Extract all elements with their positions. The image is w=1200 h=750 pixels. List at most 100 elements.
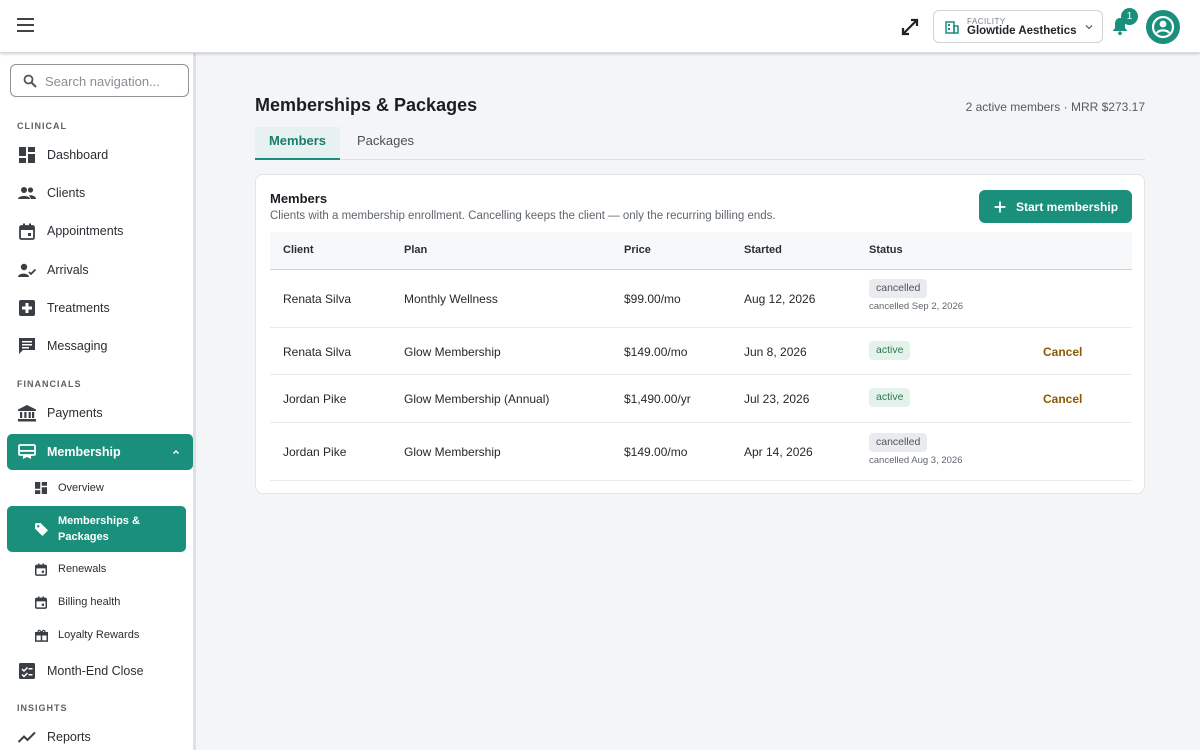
sidebar-item-reports[interactable]: Reports: [7, 719, 193, 750]
checklist-icon: [18, 662, 36, 680]
search-input[interactable]: [45, 71, 185, 91]
column-header-plan: Plan: [404, 244, 428, 256]
sidebar-sub-billing-health[interactable]: Billing health: [7, 587, 186, 617]
building-icon: [945, 21, 959, 34]
status-badge: active: [869, 388, 911, 407]
menu-icon[interactable]: [17, 18, 37, 36]
facility-name: Glowtide Aesthetics: [967, 25, 1077, 37]
card-subtitle: Clients with a membership enrollment. Ca…: [270, 210, 776, 222]
cell-price: $1,490.00/yr: [624, 392, 691, 406]
facility-selector[interactable]: FACILITY Glowtide Aesthetics: [933, 10, 1103, 43]
plus-icon: [994, 201, 1006, 212]
search-icon: [23, 74, 37, 88]
sidebar: CLINICAL Dashboard Clients Appointments …: [0, 53, 196, 750]
gift-icon: [34, 628, 48, 642]
sidebar-item-label: Payments: [47, 406, 103, 420]
table-row: Renata Silva Monthly Wellness $99.00/mo …: [270, 270, 1132, 328]
dashboard-icon: [34, 481, 48, 495]
card-membership-icon: [18, 443, 36, 461]
cell-price: $99.00/mo: [624, 292, 681, 306]
sidebar-sub-loyalty-rewards[interactable]: Loyalty Rewards: [7, 620, 186, 650]
cancelled-date: cancelled Aug 3, 2026: [869, 455, 963, 466]
section-insights: INSIGHTS: [17, 703, 68, 713]
column-header-price: Price: [624, 244, 651, 256]
sidebar-item-dashboard[interactable]: Dashboard: [7, 137, 193, 173]
sidebar-item-label: Clients: [47, 186, 86, 200]
sidebar-sub-label: Memberships & Packages: [58, 515, 140, 543]
cell-plan: Glow Membership: [404, 345, 501, 359]
sidebar-sub-label: Overview: [58, 482, 104, 494]
cancel-membership-button[interactable]: Cancel: [1043, 345, 1082, 359]
cell-client: Jordan Pike: [283, 392, 347, 406]
top-bar: FACILITY Glowtide Aesthetics 1: [0, 0, 1200, 53]
tag-icon: [34, 522, 48, 536]
column-header-started: Started: [744, 244, 782, 256]
sidebar-item-membership[interactable]: Membership: [7, 434, 193, 470]
nav-search[interactable]: [10, 64, 189, 97]
sidebar-sub-overview[interactable]: Overview: [7, 473, 186, 503]
cell-plan: Glow Membership: [404, 445, 501, 459]
status-badge: active: [869, 341, 911, 360]
calendar-icon: [34, 562, 48, 576]
bank-icon: [18, 404, 36, 422]
column-header-client: Client: [283, 244, 314, 256]
user-icon: [1151, 15, 1175, 39]
sidebar-sub-label: Renewals: [58, 563, 107, 575]
start-membership-label: Start membership: [1016, 199, 1119, 214]
table-row: Renata Silva Glow Membership $149.00/mo …: [270, 328, 1132, 375]
cell-price: $149.00/mo: [624, 445, 688, 459]
sidebar-sub-memberships-packages[interactable]: Memberships & Packages: [7, 506, 186, 552]
section-financials: FINANCIALS: [17, 379, 82, 389]
card-title: Members: [270, 191, 328, 206]
sidebar-item-treatments[interactable]: Treatments: [7, 290, 193, 326]
expand-icon[interactable]: [898, 15, 922, 39]
sidebar-item-label: Membership: [47, 445, 121, 459]
cell-plan: Glow Membership (Annual): [404, 392, 550, 406]
cell-plan: Monthly Wellness: [404, 292, 498, 306]
sidebar-item-messaging[interactable]: Messaging: [7, 328, 193, 364]
dashboard-icon: [18, 146, 36, 164]
sidebar-sub-renewals[interactable]: Renewals: [7, 554, 186, 584]
chevron-down-icon: [1085, 25, 1093, 30]
sidebar-item-month-end-close[interactable]: Month-End Close: [7, 653, 193, 689]
sidebar-item-payments[interactable]: Payments: [7, 395, 193, 431]
cell-client: Renata Silva: [283, 292, 352, 306]
cell-client: Jordan Pike: [283, 445, 347, 459]
tab-packages[interactable]: Packages: [340, 127, 431, 160]
cell-started: Apr 14, 2026: [744, 445, 813, 459]
sidebar-item-label: Messaging: [47, 339, 108, 353]
sidebar-item-label: Dashboard: [47, 148, 109, 162]
cell-started: Jul 23, 2026: [744, 392, 810, 406]
member-stats: 2 active members · MRR $273.17: [965, 100, 1145, 114]
tab-bar: Members Packages: [255, 127, 1145, 160]
table-header: Client Plan Price Started Status: [270, 232, 1132, 270]
column-header-status: Status: [869, 244, 903, 256]
medical-cross-icon: [18, 299, 36, 317]
tab-members[interactable]: Members: [255, 127, 340, 160]
sidebar-sub-label: Loyalty Rewards: [58, 629, 140, 641]
sidebar-item-label: Appointments: [47, 224, 124, 238]
table-row: Jordan Pike Glow Membership (Annual) $1,…: [270, 375, 1132, 423]
status-badge: cancelled: [869, 433, 928, 452]
cancel-membership-button[interactable]: Cancel: [1043, 392, 1082, 406]
chevron-up-icon: [173, 450, 179, 454]
start-membership-button[interactable]: Start membership: [979, 190, 1132, 223]
cell-price: $149.00/mo: [624, 345, 688, 359]
table-row: Jordan Pike Glow Membership $149.00/mo A…: [270, 423, 1132, 481]
calendar-icon: [34, 595, 48, 609]
cell-started: Jun 8, 2026: [744, 345, 807, 359]
avatar[interactable]: [1146, 10, 1180, 44]
trending-up-icon: [18, 728, 36, 746]
sidebar-item-clients[interactable]: Clients: [7, 175, 193, 211]
sidebar-item-label: Treatments: [47, 301, 110, 315]
person-check-icon: [18, 261, 36, 279]
cell-client: Renata Silva: [283, 345, 352, 359]
page-title: Memberships & Packages: [255, 95, 478, 115]
message-icon: [18, 337, 36, 355]
sidebar-item-label: Reports: [47, 730, 91, 744]
members-card: Members Clients with a membership enroll…: [255, 174, 1145, 494]
people-icon: [18, 184, 36, 202]
cell-started: Aug 12, 2026: [744, 292, 816, 306]
sidebar-item-arrivals[interactable]: Arrivals: [7, 252, 193, 288]
sidebar-item-appointments[interactable]: Appointments: [7, 213, 193, 249]
